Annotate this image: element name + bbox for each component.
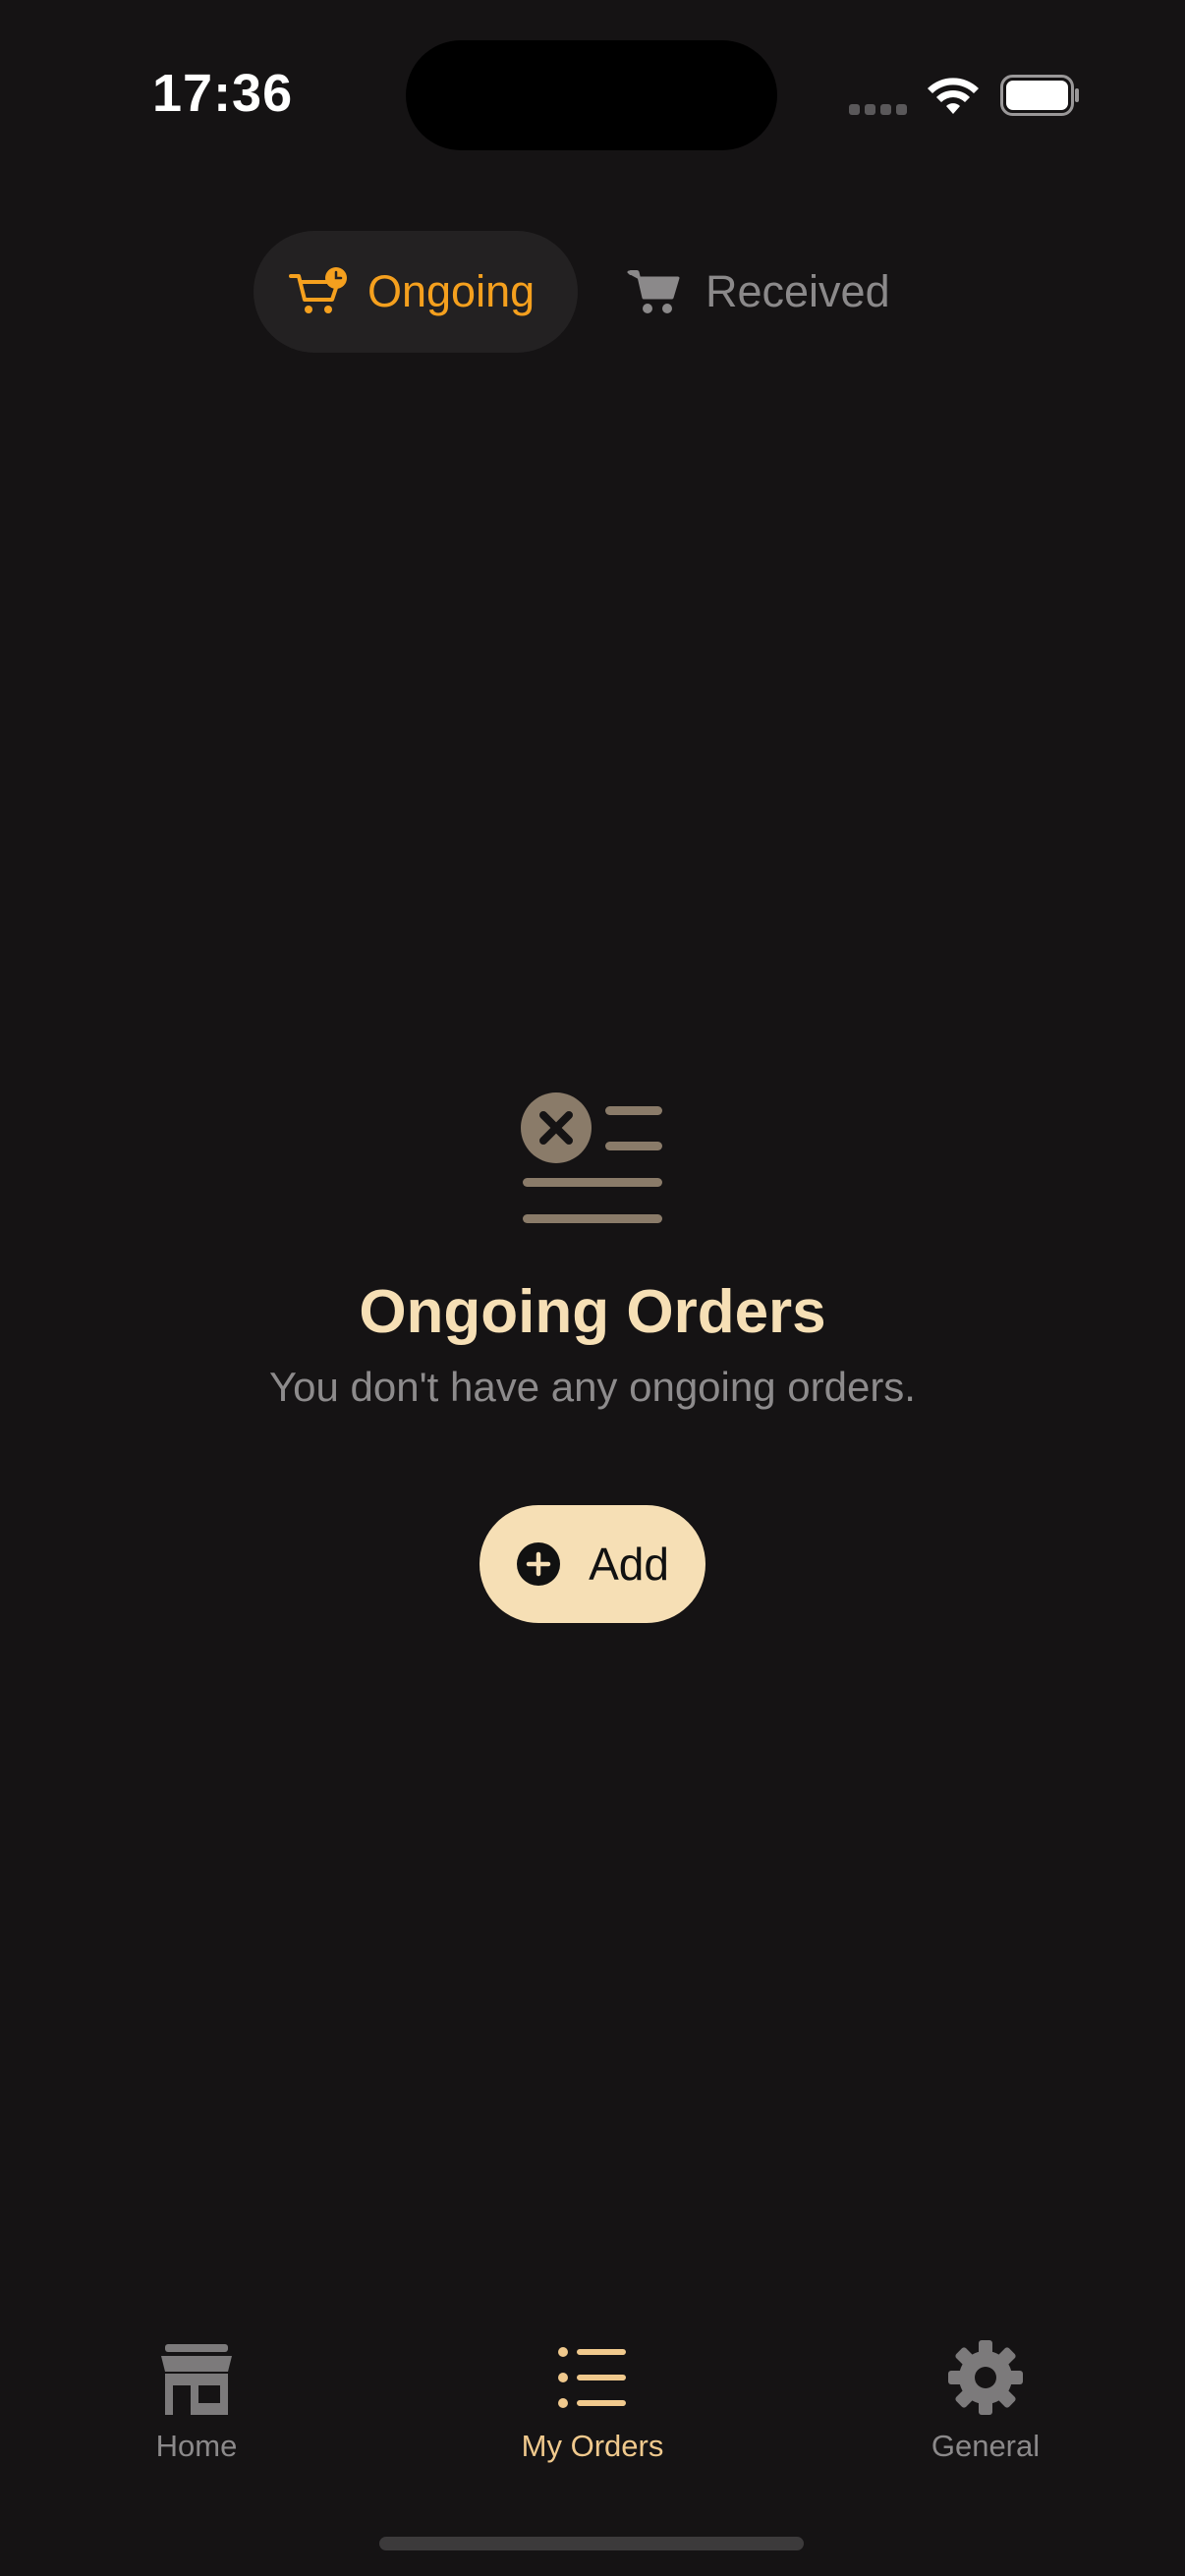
cart-icon [627,270,680,313]
dynamic-island [406,40,777,150]
status-time: 17:36 [152,64,294,123]
nav-general[interactable]: General [858,2338,1113,2486]
bottom-tab-bar: Home My Orders General [0,2338,1185,2486]
add-order-button[interactable]: Add [480,1505,705,1623]
storefront-icon [161,2344,232,2415]
nav-general-label: General [931,2429,1041,2463]
list-x-icon [521,1092,662,1223]
battery-icon [1000,75,1079,116]
empty-state-title: Ongoing Orders [359,1278,826,1346]
tab-received[interactable]: Received [627,231,941,353]
list-icon [558,2347,626,2408]
gear-icon [948,2340,1023,2415]
add-order-label: Add [589,1539,669,1590]
nav-home[interactable]: Home [69,2338,324,2486]
orders-segmented-control: Ongoing Received [254,231,931,353]
plus-circle-icon [517,1542,561,1586]
tab-ongoing[interactable]: Ongoing [254,231,578,353]
nav-my-orders-label: My Orders [521,2429,664,2463]
home-indicator[interactable] [379,2537,804,2550]
empty-state-subtitle: You don't have any ongoing orders. [269,1364,916,1410]
cart-clock-icon [289,267,347,313]
cellular-signal-icon [849,104,908,116]
wifi-icon [928,78,979,114]
app-screen: 17:36 Ongoing Received Ongoing Orders Yo… [0,0,1185,2576]
tab-ongoing-label: Ongoing [367,266,536,316]
nav-home-label: Home [155,2429,238,2463]
tab-received-label: Received [705,266,890,316]
nav-my-orders[interactable]: My Orders [465,2338,720,2486]
